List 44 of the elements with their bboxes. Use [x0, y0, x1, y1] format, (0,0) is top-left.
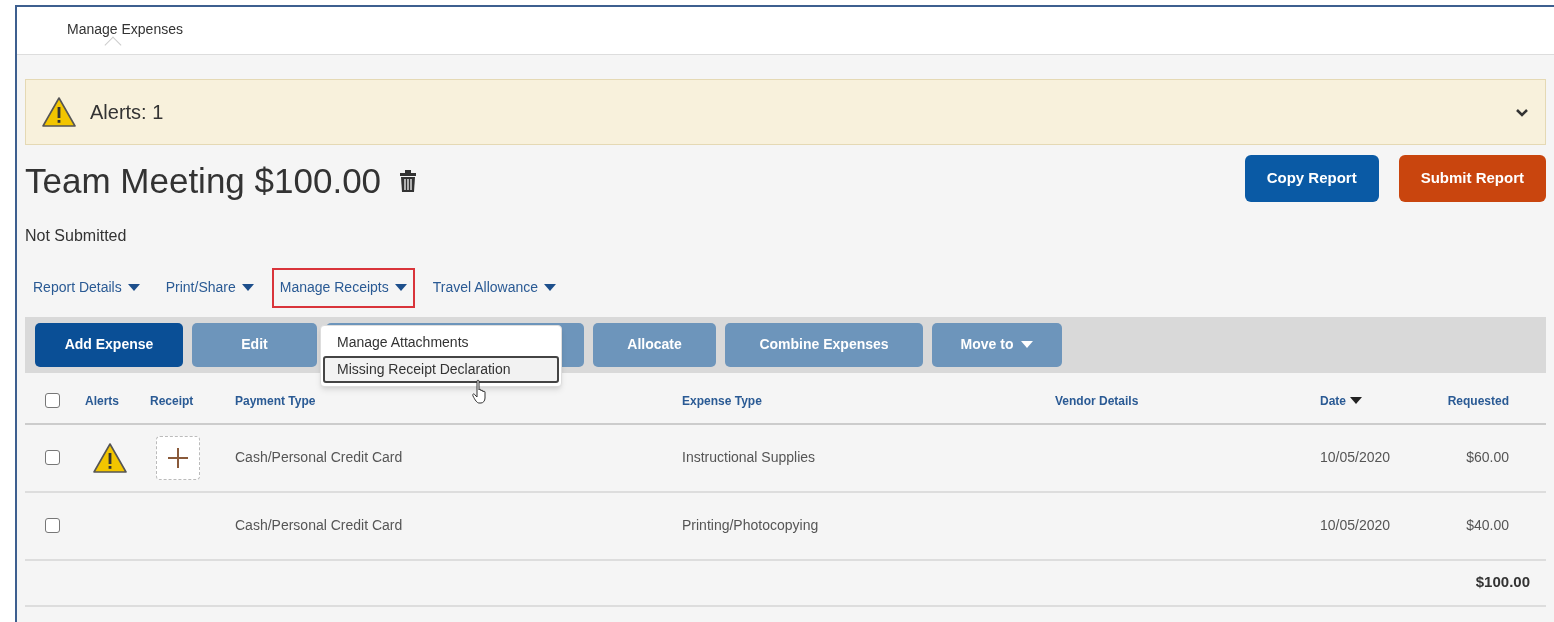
caret-icon — [394, 284, 407, 291]
caret-icon — [1350, 397, 1362, 404]
trash-icon[interactable] — [399, 170, 418, 193]
caret-icon — [241, 284, 254, 291]
column-header[interactable]: Date — [1320, 391, 1362, 410]
chevron-icon — [1515, 107, 1529, 117]
alert-count: Alerts: 1 — [90, 100, 165, 125]
checkbox[interactable] — [45, 393, 60, 408]
submit-report-button[interactable]: Submit Report — [1398, 155, 1546, 202]
menu-item[interactable]: Missing Receipt Declaration — [323, 356, 559, 383]
table-cell-text: 10/05/2020 — [1320, 516, 1391, 535]
table-cell-text: 10/05/2020 — [1320, 448, 1391, 467]
column-header[interactable]: Expense Type — [682, 391, 762, 410]
plus-icon — [167, 446, 189, 469]
copy-report-button[interactable]: Copy Report — [1244, 155, 1379, 202]
column-header[interactable]: Requested — [1447, 391, 1509, 410]
table-cell-text: Instructional Supplies — [682, 448, 816, 467]
report-title: Team Meeting $100.00 — [25, 160, 382, 202]
checkbox[interactable] — [45, 518, 60, 533]
menu-link[interactable]: Travel Allowance — [424, 267, 564, 308]
warning-icon — [42, 97, 76, 127]
menu-item[interactable]: Manage Attachments — [323, 329, 559, 356]
table-cell-text: Cash/Personal Credit Card — [235, 516, 403, 535]
menu-link[interactable]: Report Details — [25, 267, 148, 308]
checkbox[interactable] — [45, 450, 60, 465]
add-receipt-button[interactable] — [156, 435, 200, 480]
caret-icon — [1021, 341, 1034, 348]
menu-link[interactable]: Print/Share — [157, 267, 262, 308]
column-header[interactable]: Alerts — [85, 391, 119, 410]
report-status: Not Submitted — [25, 225, 128, 246]
column-header[interactable]: Receipt — [150, 391, 194, 410]
table-cell-text: Printing/Photocopying — [682, 516, 819, 535]
column-header[interactable]: Payment Type — [235, 391, 316, 410]
toolbar-button[interactable]: Add Expense — [35, 322, 183, 367]
alert-bar[interactable]: Alerts: 1 — [25, 79, 1546, 145]
table-cell-text: $40.00 — [1466, 516, 1509, 535]
table-cell-text: $60.00 — [1466, 448, 1509, 467]
caret-icon — [544, 284, 556, 291]
total-amount: $100.00 — [1475, 572, 1530, 593]
column-header[interactable]: Vendor Details — [1055, 391, 1139, 410]
caret-icon — [127, 284, 140, 291]
table-cell-text: Cash/Personal Credit Card — [235, 448, 403, 467]
menu-link[interactable]: Manage Receipts — [271, 267, 415, 308]
table-row[interactable]: Cash/Personal Credit Card Printing/Photocopying 10/05/2020 $40.00 — [25, 492, 1546, 561]
